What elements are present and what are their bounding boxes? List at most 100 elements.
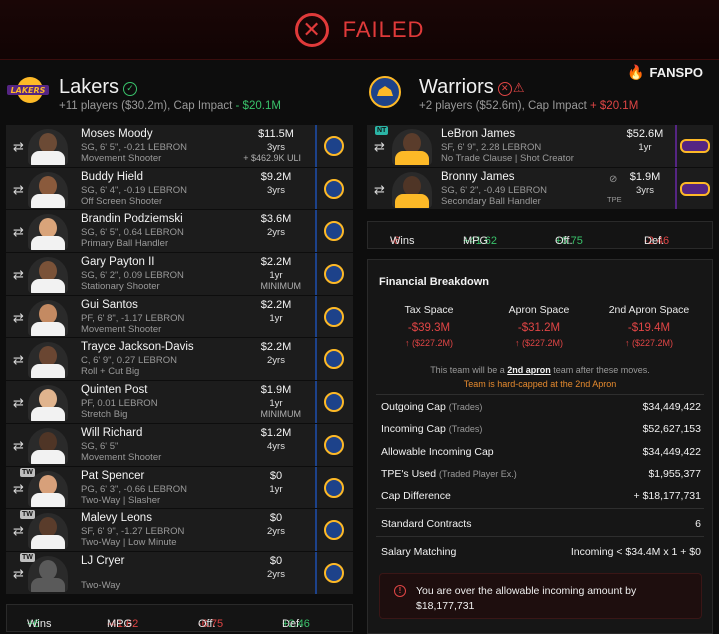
alert-icon: ! [394,585,406,597]
player-years: 1yr [638,142,652,153]
warriors-logo-icon [324,434,344,455]
warriors-logo-icon [324,221,344,242]
player-name[interactable]: Quinten Post [81,384,147,396]
player-role: Two-Way | Low Minute [81,537,177,549]
warriors-logo-icon [324,178,344,199]
headshot-jersey [395,151,429,165]
contract-note: + $462.9K ULI [243,153,301,163]
player-role: Off Screen Shooter [81,195,163,207]
headshot-face [39,559,57,580]
headshot-jersey [31,577,65,592]
player-row[interactable]: ⇄ Bronny James SG, 6' 2", -0.49 LEBRON Seco… [367,167,713,211]
player-salary: $3.6M [260,213,292,226]
def-label: Def. [644,235,665,247]
player-name[interactable]: Brandin Podziemski [81,213,183,225]
player-row[interactable]: ⇄ Brandin Podziemski SG, 6' 5", 0.64 LEBRO… [6,210,353,254]
failure-banner: ✕ FAILED [0,0,719,60]
player-row[interactable]: ⇄ Quinten Post PF, 0.01 LEBRON Stretch Big $… [6,381,353,424]
player-headshot [392,129,432,165]
warning-icon: ⚠ [512,80,525,95]
player-role: Primary Ball Handler [81,238,169,250]
swap-icon[interactable]: ⇄ [13,438,24,454]
player-row[interactable]: ⇄ TW Pat Spencer PG, 6' 3", -0.66 LEBRON Two… [6,466,353,510]
player-years: 3yrs [636,184,654,196]
financial-title: Financial Breakdown [379,276,490,288]
swap-icon[interactable]: ⇄ [13,267,24,283]
player-headshot [28,171,68,208]
player-years: 3yrs [267,184,285,196]
contract-note: MINIMUM [260,281,302,292]
player-row[interactable]: ⇄ TW Malevy Leons SF, 6' 9", -1.27 LEBRON Tw… [6,509,353,552]
warriors-logo-icon [369,76,401,108]
player-row[interactable]: ⇄ TW LJ Cryer Two-Way $0 2yrs [6,551,353,595]
player-role: Roll + Cut Big [81,366,140,378]
player-name[interactable]: Malevy Leons [81,512,152,524]
player-name[interactable]: Gui Santos [81,299,138,311]
player-salary: $9.2M [260,170,292,183]
warriors-logo-icon [324,264,344,285]
over-incoming-alert: ! You are over the allowable incoming am… [379,573,702,619]
player-name[interactable]: Bronny James [441,171,515,183]
player-row[interactable]: ⇄ Gary Payton II SG, 6' 2", 0.09 LEBRON Sta… [6,253,353,296]
destination-bar [315,167,317,210]
player-name[interactable]: Pat Spencer [81,470,144,482]
player-name[interactable]: LeBron James [441,128,515,140]
player-row[interactable]: ⇄ NT LeBron James SF, 6' 9", 2.28 LEBRON No … [367,125,713,168]
destination-bar [315,253,317,295]
player-row[interactable]: ⇄ Will Richard SG, 6' 5" Movement Shooter $1… [6,423,353,467]
player-info: PF, 0.01 LEBRON [81,398,158,410]
lakers-stats-bar: +6 Wins -41.62 MPG -6.75 Off. +2.46 Def. [6,604,353,632]
headshot-jersey [31,236,65,251]
player-row[interactable]: ⇄ Trayce Jackson-Davis C, 6' 9", 0.27 LEBR… [6,338,353,382]
player-role: Stretch Big [81,409,128,421]
player-name[interactable]: Will Richard [81,427,142,439]
headshot-jersey [31,492,65,507]
x-circle-icon: ✕ [497,82,512,96]
swap-icon[interactable]: ⇄ [13,566,24,582]
player-headshot [28,342,68,379]
swap-icon[interactable]: ⇄ [13,352,24,368]
headshot-face [39,218,57,239]
player-years: 1yr [269,483,283,495]
swap-icon[interactable]: ⇄ [374,139,385,155]
player-years: 1yr [269,398,283,410]
mpg-label: MPG [107,618,133,630]
alert-text: You are over the allowable incoming amou… [416,585,637,612]
player-name[interactable]: Trayce Jackson-Davis [81,341,194,353]
swap-icon[interactable]: ⇄ [13,224,24,240]
player-row[interactable]: ⇄ Moses Moody SG, 6' 5", -0.21 LEBRON Movem… [6,125,353,168]
lakers-summary: +11 players ($30.2m), Cap Impact - $20.1… [59,100,281,112]
destination-bar [315,295,317,338]
player-name[interactable]: LJ Cryer [81,555,124,567]
player-name[interactable]: Buddy Hield [81,171,143,183]
swap-icon[interactable]: ⇄ [13,310,24,326]
swap-icon[interactable]: ⇄ [13,395,24,411]
player-name[interactable]: Moses Moody [81,128,153,140]
destination-bar [315,509,317,551]
apron-link[interactable]: 2nd apron [507,365,551,375]
headshot-face [39,474,57,495]
swap-icon[interactable]: ⇄ [374,182,385,198]
player-headshot [28,214,68,251]
fanspo-logo[interactable]: 🔥 FANSPO [627,64,703,81]
player-role: Movement Shooter [81,323,162,335]
two-way-badge: TW [20,467,35,477]
player-info: SG, 6' 5", -0.21 LEBRON [81,142,188,153]
failure-status: FAILED [342,16,425,42]
swap-icon[interactable]: ⇄ [13,139,24,155]
destination-bar [315,381,317,423]
swap-icon[interactable]: ⇄ [13,182,24,198]
headshot-jersey [31,193,65,208]
player-row[interactable]: ⇄ Buddy Hield SG, 6' 4", -0.19 LEBRON Off S… [6,167,353,211]
destination-bar [315,210,317,253]
destination-bar [315,423,317,466]
swap-icon[interactable]: ⇄ [13,523,24,539]
player-row[interactable]: ⇄ Gui Santos PF, 6' 8", -1.17 LEBRON Moveme… [6,295,353,339]
player-years: 1yr [269,270,283,282]
player-name[interactable]: Gary Payton II [81,256,155,268]
swap-icon[interactable]: ⇄ [13,481,24,497]
player-info: SG, 6' 2", 0.09 LEBRON [81,270,184,282]
player-years: 4yrs [267,440,285,452]
lakers-logo-icon [680,181,710,196]
headshot-jersey [31,535,65,550]
